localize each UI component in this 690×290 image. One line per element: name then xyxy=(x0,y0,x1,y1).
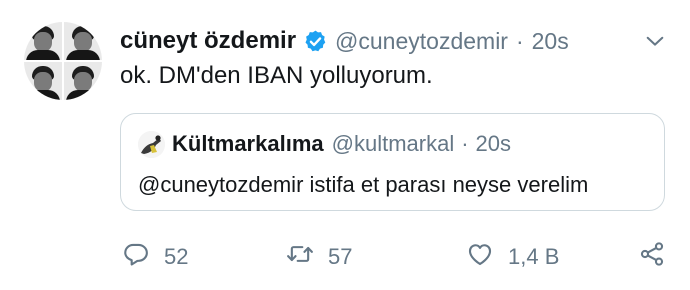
retweet-button[interactable]: 57 xyxy=(286,240,352,273)
like-button[interactable]: 1,4 B xyxy=(466,240,559,273)
tweet-header: cüneyt özdemir @cuneytozdemir · 20s xyxy=(120,26,569,56)
quoted-display-name[interactable]: Kültmarkalıma xyxy=(172,131,324,157)
avatar-tile xyxy=(64,62,102,100)
timestamp[interactable]: 20s xyxy=(532,28,569,55)
avatar[interactable] xyxy=(24,22,102,100)
quoted-timestamp[interactable]: 20s xyxy=(476,131,511,157)
avatar-tile xyxy=(64,22,102,60)
display-name[interactable]: cüneyt özdemir xyxy=(120,27,296,55)
share-icon xyxy=(638,240,666,273)
retweet-icon xyxy=(286,240,314,273)
avatar-tile xyxy=(24,62,62,100)
avatar-tile xyxy=(24,22,62,60)
separator-dot: · xyxy=(515,27,524,54)
quoted-handle[interactable]: @kultmarkal xyxy=(332,131,455,157)
quoted-avatar[interactable] xyxy=(138,131,165,158)
quoted-header: Kültmarkalıma @kultmarkal · 20s xyxy=(172,130,511,158)
action-bar: 52 57 1,4 B xyxy=(0,236,690,276)
retweet-count: 57 xyxy=(328,243,353,269)
heart-icon xyxy=(466,240,494,273)
like-count: 1,4 B xyxy=(508,243,560,269)
reply-button[interactable]: 52 xyxy=(122,240,188,273)
tweet[interactable]: cüneyt özdemir @cuneytozdemir · 20s ok. … xyxy=(0,0,690,290)
quoted-text: @cuneytozdemir istifa et parası neyse ve… xyxy=(138,172,589,197)
verified-badge-icon xyxy=(303,29,328,54)
share-button[interactable] xyxy=(638,240,666,273)
tweet-text: ok. DM'den IBAN yolluyorum. xyxy=(120,62,433,89)
reply-icon xyxy=(122,240,150,273)
separator-dot: · xyxy=(461,131,469,156)
handle[interactable]: @cuneytozdemir xyxy=(335,28,508,55)
reply-count: 52 xyxy=(164,243,189,269)
quoted-tweet[interactable]: Kültmarkalıma @kultmarkal · 20s @cuneyto… xyxy=(120,113,665,211)
chevron-down-icon[interactable] xyxy=(644,30,666,52)
